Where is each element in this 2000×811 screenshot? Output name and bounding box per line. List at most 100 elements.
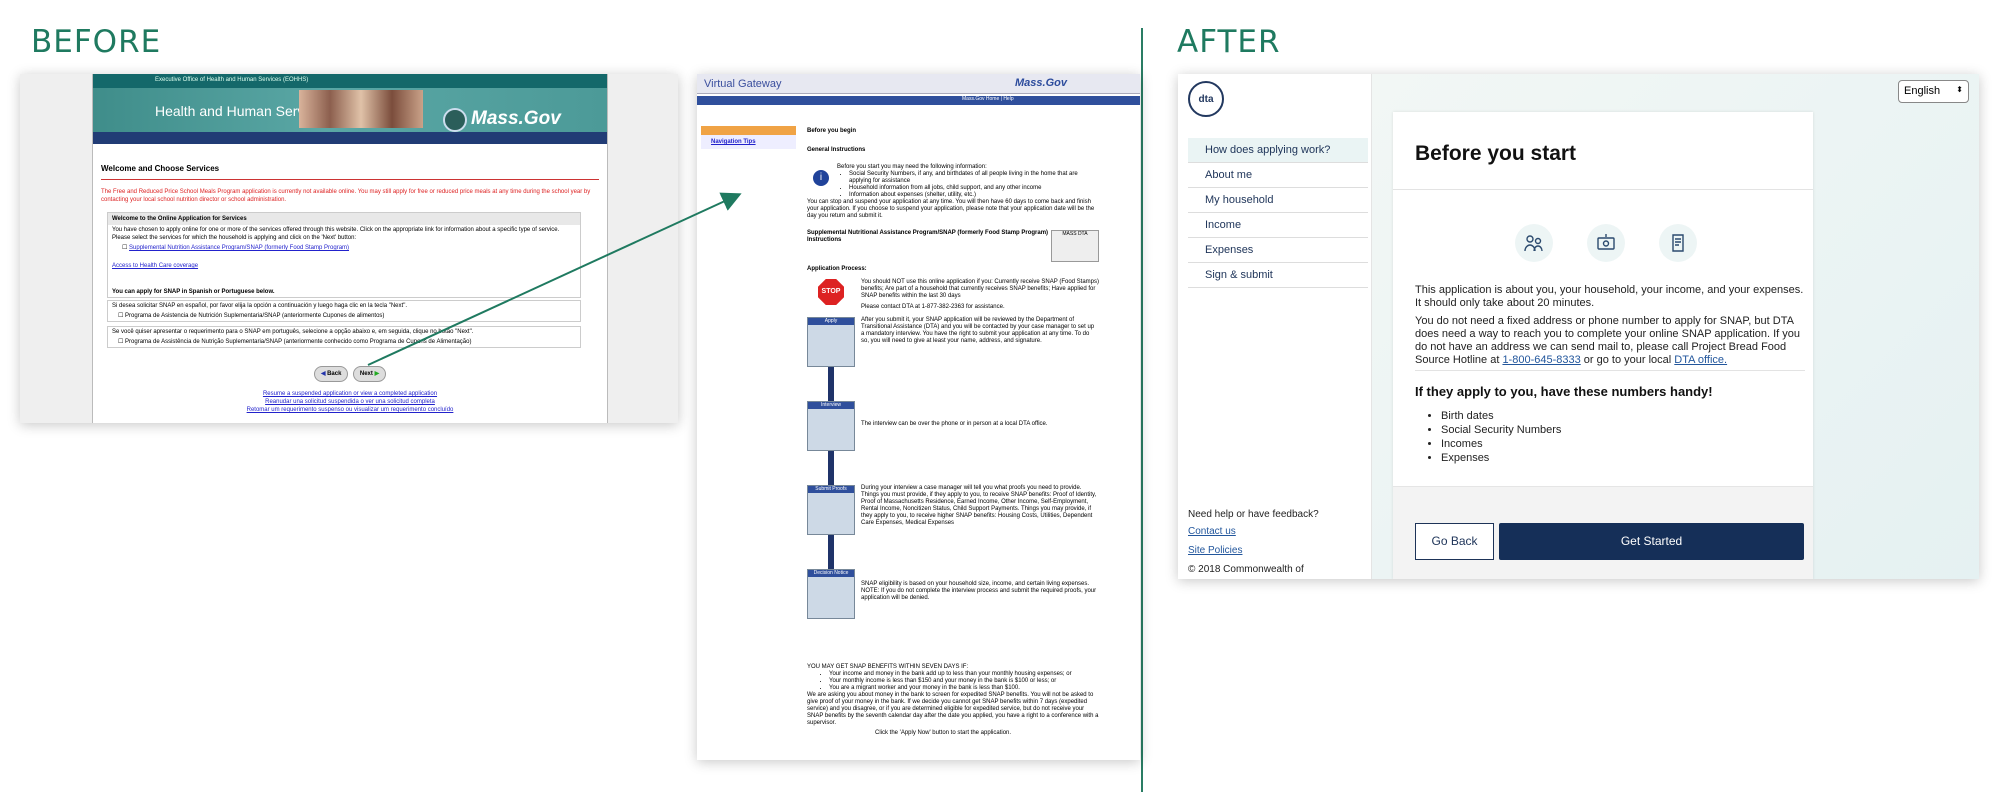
nav-strip [93, 132, 607, 144]
after-label: AFTER [1177, 24, 1281, 60]
back-button[interactable]: ◀ Back [313, 366, 349, 382]
seven-days-item: Your monthly income is less than $150 an… [829, 678, 1099, 685]
divider [1415, 370, 1805, 371]
apply-step-icon: Apply [807, 317, 855, 367]
checkbox[interactable]: ☐ [118, 339, 125, 345]
stop-sign-icon: STOP [818, 279, 844, 305]
intro-text: Before you start you may need the follow… [837, 164, 987, 170]
apply-now-text: Click the 'Apply Now' button to start th… [875, 730, 1012, 736]
list-item: Social Security Numbers [1441, 423, 1561, 437]
massgov-home-link[interactable]: Mass.Gov Home [962, 96, 999, 102]
seven-days-section: YOU MAY GET SNAP BENEFITS WITHIN SEVEN D… [807, 664, 1099, 737]
health-care-link[interactable]: Access to Health Care coverage [112, 263, 198, 269]
sidebar-item-sign-submit[interactable]: Sign & submit [1188, 263, 1368, 288]
seven-days-heading: YOU MAY GET SNAP BENEFITS WITHIN SEVEN D… [807, 664, 969, 670]
down-arrow-icon [828, 535, 834, 569]
divider [1393, 189, 1813, 190]
before-you-begin-heading: Before you begin [807, 128, 857, 134]
gateway-nav: Mass.Gov Home | Help [697, 96, 1140, 105]
suspend-text: You can stop and suspend your applicatio… [807, 199, 1095, 219]
list-item: Birth dates [1441, 409, 1561, 423]
resume-link-es[interactable]: Reanudar una solicitud suspendida o ver … [93, 398, 607, 406]
massgov-logo: Mass.Gov [1015, 77, 1067, 89]
snap-option-link[interactable]: Supplemental Nutrition Assistance Progra… [129, 245, 349, 251]
page-title: Welcome and Choose Services [101, 164, 220, 173]
seven-days-item: Your income and money in the bank add up… [829, 671, 1099, 678]
sidebar-accent [701, 126, 796, 135]
list-item: Incomes [1441, 437, 1561, 451]
go-back-button[interactable]: Go Back [1415, 523, 1494, 560]
down-arrow-icon [828, 451, 834, 485]
interview-step-icon: Interview [807, 401, 855, 451]
application-process-heading: Application Process: [807, 266, 867, 272]
numbers-list: Birth dates Social Security Numbers Inco… [1441, 409, 1561, 465]
proofs-step-text: During your interview a case manager wil… [861, 485, 1097, 526]
stop-text: You should NOT use this online applicati… [861, 279, 1100, 299]
divider [1141, 28, 1143, 792]
checkbox[interactable]: ☐ [122, 245, 129, 251]
dta-office-link[interactable]: DTA office. [1674, 354, 1727, 366]
decision-step-icon: Decision Notice [807, 569, 855, 619]
info-icon: i [813, 170, 829, 186]
list-item: Expenses [1441, 451, 1561, 465]
get-started-button[interactable]: Get Started [1499, 523, 1804, 560]
content-card: Before you start This application is abo… [1393, 112, 1813, 579]
sidebar-nav: How does applying work? About me My hous… [1188, 138, 1368, 288]
gateway-sidebar: Navigation Tips [701, 126, 796, 149]
dta-connect-screenshot: dta How does applying work? About me My … [1178, 74, 1979, 579]
id-card-icon: MASS DTA [1051, 230, 1099, 262]
sidebar: dta How does applying work? About me My … [1178, 74, 1372, 579]
hotline-link[interactable]: 1-800-645-8333 [1502, 354, 1580, 366]
before-label: BEFORE [31, 24, 162, 60]
state-seal-icon [443, 108, 467, 132]
income-icon [1587, 224, 1625, 262]
chevron-updown-icon: ⬍ [1956, 85, 1963, 94]
navigation-tips-link[interactable]: Navigation Tips [701, 135, 796, 149]
gateway-header: Virtual Gateway Mass.Gov [697, 74, 1140, 94]
checkbox[interactable]: ☐ [118, 313, 125, 319]
bullet-item: Information about expenses (shelter, uti… [849, 192, 1099, 199]
help-link[interactable]: Help [1003, 96, 1013, 102]
interview-step-text: The interview can be over the phone or i… [861, 421, 1048, 427]
transition-arrow-icon [367, 192, 742, 366]
divider [101, 179, 599, 180]
apply-step-text: After you submit it, your SNAP applicati… [861, 317, 1095, 344]
eohhs-bar: Executive Office of Health and Human Ser… [93, 74, 607, 88]
sidebar-footer: Need help or have feedback? Contact us S… [1188, 506, 1371, 579]
site-policies-link[interactable]: Site Policies [1188, 542, 1371, 559]
gateway-content: Before you begin General Instructions i … [807, 128, 1099, 619]
spanish-option: Programa de Asistencia de Nutrición Supl… [125, 313, 385, 319]
gateway-title: Virtual Gateway [704, 78, 782, 90]
banner: Health and Human Services Mass.Gov [93, 88, 607, 132]
sidebar-item-income[interactable]: Income [1188, 213, 1368, 238]
massgov-logo: Mass.Gov [471, 108, 561, 129]
bullet-item: Household information from all jobs, chi… [849, 185, 1099, 192]
decision-step-text: SNAP eligibility is based on your househ… [861, 581, 1097, 601]
expenses-icon [1659, 224, 1697, 262]
resume-link-pt[interactable]: Retomar um requerimento suspenso ou visu… [93, 406, 607, 414]
family-photo [299, 90, 423, 128]
footer-links: Resume a suspended application or view a… [93, 390, 607, 414]
down-arrow-icon [828, 367, 834, 401]
resume-link-en[interactable]: Resume a suspended application or view a… [93, 390, 607, 398]
household-icon [1515, 224, 1553, 262]
contact-text: Please contact DTA at 1-877-382-2363 for… [861, 304, 1005, 310]
general-instructions: General Instructions [807, 147, 866, 153]
sidebar-item-expenses[interactable]: Expenses [1188, 238, 1368, 263]
sidebar-item-my-household[interactable]: My household [1188, 188, 1368, 213]
address-paragraph: You do not need a fixed address or phone… [1415, 315, 1801, 366]
seven-days-item: You are a migrant worker and your money … [829, 685, 1099, 692]
copyright: © 2018 Commonwealth of Massachusetts [1188, 564, 1304, 575]
page-title: Before you start [1415, 142, 1577, 165]
proofs-step-icon: Submit Proofs [807, 485, 855, 535]
language-select[interactable]: English ⬍ [1898, 80, 1969, 103]
dta-logo-icon[interactable]: dta [1188, 81, 1224, 117]
help-text: Need help or have feedback? [1188, 509, 1319, 520]
contact-us-link[interactable]: Contact us [1188, 523, 1371, 540]
intro-paragraph: This application is about you, your hous… [1415, 284, 1804, 309]
sidebar-item-about-me[interactable]: About me [1188, 163, 1368, 188]
sidebar-item-how-it-works[interactable]: How does applying work? [1188, 138, 1368, 163]
expedited-text: We are asking you about money in the ban… [807, 692, 1099, 726]
virtual-gateway-screenshot: Virtual Gateway Mass.Gov Mass.Gov Home |… [697, 74, 1140, 760]
program-heading: Supplemental Nutritional Assistance Prog… [807, 230, 1049, 243]
